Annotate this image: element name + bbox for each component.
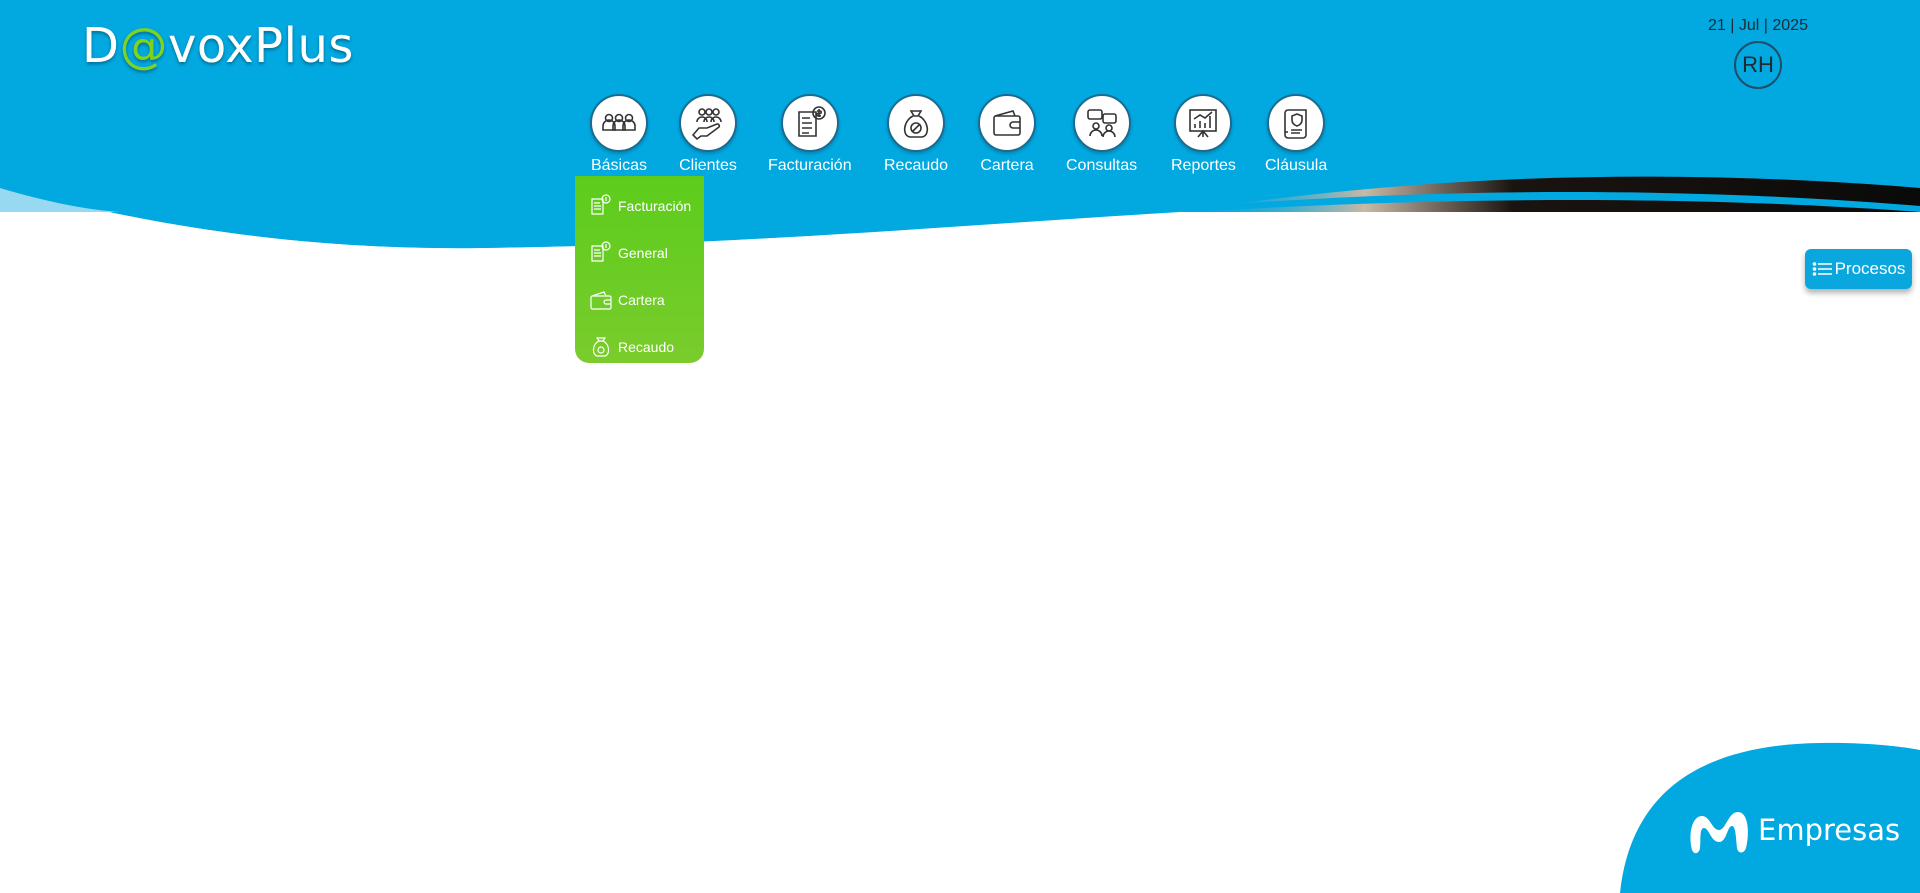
nav-item-facturacion[interactable]: Facturación [768, 94, 852, 175]
nav-item-reportes[interactable]: Reportes [1171, 94, 1236, 175]
nav-item-cartera[interactable]: Cartera [978, 94, 1036, 175]
submenu-label: General [618, 244, 668, 261]
nav-item-clientes[interactable]: Clientes [679, 94, 737, 175]
chat-users-icon [1072, 94, 1131, 152]
submenu-item-facturacion[interactable]: Facturación [575, 182, 704, 229]
submenu-item-cartera[interactable]: Cartera [575, 276, 704, 323]
submenu-label: Facturación [618, 197, 692, 214]
nav-item-consultas[interactable]: Consultas [1066, 94, 1137, 175]
nav-label: Clientes [679, 157, 737, 174]
app-logo[interactable]: D@voxPlus [82, 18, 354, 74]
invoice-dollar-icon [591, 193, 611, 215]
submenu-label: Cartera [618, 291, 665, 308]
nav-label: Consultas [1066, 157, 1138, 174]
user-avatar[interactable]: RH [1734, 41, 1782, 89]
nav-label: Reportes [1171, 157, 1236, 174]
procesos-button[interactable]: Procesos [1805, 249, 1912, 289]
movistar-m-icon [1690, 812, 1748, 854]
facturacion-submenu: Facturación General Cartera Recaudo [575, 176, 704, 363]
nav-item-recaudo[interactable]: Recaudo [884, 94, 948, 175]
submenu-item-recaudo[interactable]: Recaudo [575, 323, 704, 370]
nav-item-clausula[interactable]: Cláusula [1265, 94, 1327, 175]
wallet-icon [590, 290, 612, 310]
nav-label: Cartera [980, 157, 1034, 174]
submenu-item-general[interactable]: General [575, 229, 704, 276]
users-group-icon [590, 94, 648, 152]
invoice-dollar-icon [591, 240, 611, 262]
chart-board-icon [1174, 94, 1233, 152]
submenu-label: Recaudo [618, 338, 675, 355]
current-date: 21 | Jul | 2025 [1708, 17, 1808, 34]
nav-label: Cláusula [1265, 157, 1328, 174]
money-bag-icon [887, 94, 946, 152]
scroll-shield-icon [1267, 94, 1326, 152]
brand-text: Empresas [1758, 813, 1901, 847]
wallet-icon [978, 94, 1036, 152]
nav-label: Facturación [768, 157, 852, 174]
nav-label: Básicas [590, 157, 648, 174]
list-icon [1812, 262, 1832, 276]
movistar-empresas-logo: Empresas [1686, 804, 1900, 856]
money-bag-icon [592, 336, 610, 357]
procesos-label: Procesos [1834, 259, 1906, 278]
invoice-dollar-icon [780, 94, 839, 152]
hand-users-icon [679, 94, 737, 152]
nav-item-basicas[interactable]: Básicas [590, 94, 648, 175]
nav-label: Recaudo [884, 157, 949, 174]
